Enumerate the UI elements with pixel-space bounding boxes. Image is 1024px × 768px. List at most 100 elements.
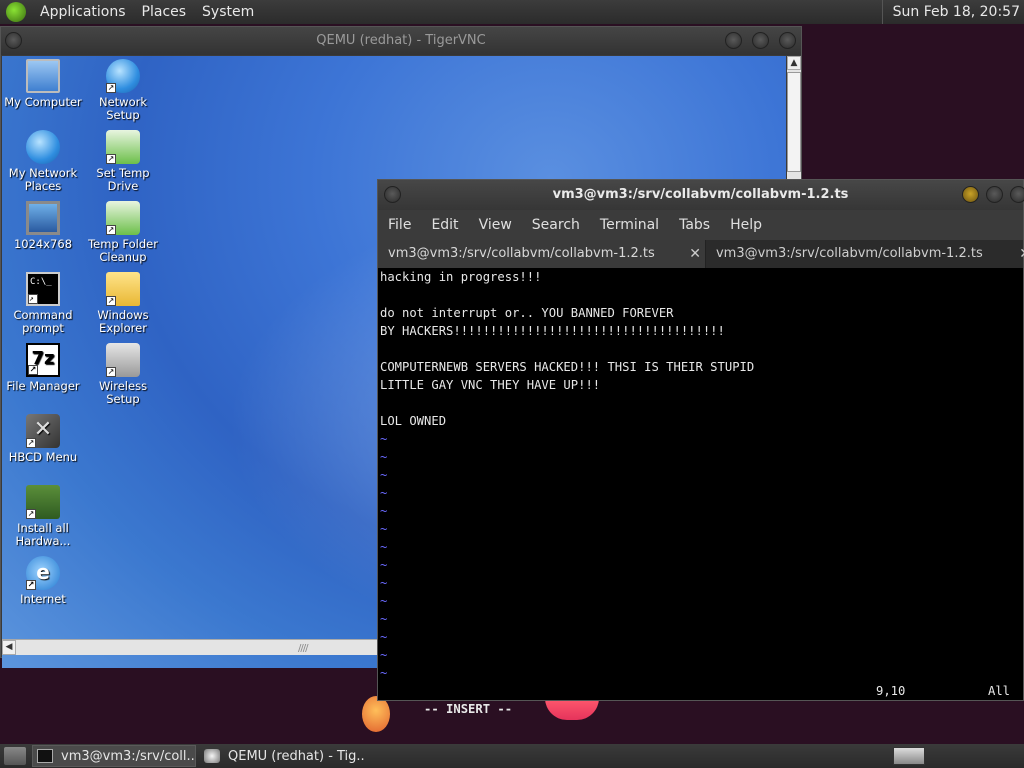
terminal-line: LITTLE GAY VNC THEY HAVE UP!!! (380, 378, 601, 392)
shortcut-arrow-icon: ↗ (26, 509, 36, 519)
vim-status-line: -- INSERT -- 9,10 All (380, 682, 1022, 716)
shortcut-arrow-icon: ↗ (26, 580, 36, 590)
maximize-button[interactable] (752, 32, 769, 49)
terminal-title: vm3@vm3:/srv/collabvm/collabvm-1.2.ts (552, 187, 849, 202)
terminal-line: BY HACKERS!!!!!!!!!!!!!!!!!!!!!!!!!!!!!!… (380, 324, 725, 338)
bottom-panel: vm3@vm3:/srv/coll... QEMU (redhat) - Tig… (0, 744, 1024, 768)
desktop-icon-computer[interactable]: My Computer (3, 59, 83, 109)
empty-line-marker: ~ (380, 612, 388, 626)
menu-help[interactable]: Help (720, 217, 772, 233)
shortcut-arrow-icon: ↗ (106, 367, 116, 377)
empty-line-marker: ~ (380, 666, 388, 680)
resize-grip-icon[interactable]: //// (298, 643, 309, 654)
tab-label: vm3@vm3:/srv/collabvm/collabvm-1.2.ts (715, 246, 983, 261)
wireless-icon: ↗ (106, 343, 140, 377)
desktop-icon-label: Temp Folder Cleanup (88, 237, 158, 264)
menu-terminal[interactable]: Terminal (590, 217, 669, 233)
horizontal-scrollbar[interactable]: ◀ //// (2, 639, 378, 655)
desktop-icon-seven-zip[interactable]: 7z ↗ File Manager (3, 343, 83, 393)
desktop-icon-recycle[interactable]: ↗ Set Temp Drive (83, 130, 163, 193)
terminal-line: do not interrupt or.. YOU BANNED FOREVER (380, 306, 674, 320)
scroll-left-icon[interactable]: ◀ (2, 640, 16, 655)
distro-logo-icon[interactable] (6, 2, 26, 22)
empty-line-marker: ~ (380, 504, 388, 518)
seven-zip-icon: 7z ↗ (26, 343, 60, 377)
shortcut-arrow-icon: ↗ (26, 438, 36, 448)
empty-line-marker: ~ (380, 630, 388, 644)
desktop-icon-internet-explorer[interactable]: e ↗ Internet (3, 556, 83, 606)
network-places-icon (26, 130, 60, 164)
display-icon (26, 201, 60, 235)
recycle-bin-icon: ↗ (106, 201, 140, 235)
cursor-position: 9,10 (876, 684, 906, 698)
minimize-button[interactable] (725, 32, 742, 49)
taskbar-item-vnc[interactable]: QEMU (redhat) - Tig... (200, 745, 364, 767)
maximize-button[interactable] (986, 186, 1003, 203)
menu-edit[interactable]: Edit (421, 217, 468, 233)
empty-line-marker: ~ (380, 594, 388, 608)
desktop-icon-recycle-bin[interactable]: ↗ Temp Folder Cleanup (83, 201, 163, 264)
window-menu-icon[interactable] (384, 186, 401, 203)
terminal-titlebar[interactable]: vm3@vm3:/srv/collabvm/collabvm-1.2.ts (378, 180, 1024, 210)
vim-mode: -- INSERT -- (424, 702, 513, 716)
shortcut-arrow-icon: ↗ (106, 225, 116, 235)
shortcut-arrow-icon: ↗ (106, 154, 116, 164)
taskbar-label: QEMU (redhat) - Tig... (228, 748, 364, 764)
desktop-icon-label: Internet (20, 592, 66, 606)
menu-applications[interactable]: Applications (32, 0, 134, 24)
desktop-icon-books[interactable]: ↗ Install all Hardwa... (3, 485, 83, 548)
menu-places[interactable]: Places (134, 0, 195, 24)
tab-terminal-2[interactable]: vm3@vm3:/srv/collabvm/collabvm-1.2.ts ✕ (705, 240, 1024, 268)
desktop-icon-label: File Manager (6, 379, 80, 393)
minimize-button[interactable] (962, 186, 979, 203)
desktop-icon-tools[interactable]: ✕ ↗ HBCD Menu (3, 414, 83, 464)
desktop-icon-display[interactable]: 1024x768 (3, 201, 83, 251)
close-tab-icon[interactable]: ✕ (689, 240, 701, 268)
menu-system[interactable]: System (194, 0, 262, 24)
clock[interactable]: Sun Feb 18, 20:57 (881, 0, 1020, 24)
close-button[interactable] (779, 32, 796, 49)
menu-view[interactable]: View (469, 217, 522, 233)
close-tab-icon[interactable]: ✕ (1019, 240, 1024, 268)
network-setup-icon: ↗ (106, 59, 140, 93)
desktop-icon-network-setup[interactable]: ↗ Network Setup (83, 59, 163, 122)
desktop-icon-label: Command prompt (13, 308, 73, 335)
desktop-icon-label: Install all Hardwa... (15, 521, 71, 548)
desktop-icon-wireless[interactable]: ↗ Wireless Setup (83, 343, 163, 406)
empty-line-marker: ~ (380, 486, 388, 500)
desktop-icon-command-prompt[interactable]: C:\_ ↗ Command prompt (3, 272, 83, 335)
terminal-window: vm3@vm3:/srv/collabvm/collabvm-1.2.ts Fi… (377, 179, 1024, 716)
terminal-output[interactable]: hacking in progress!!! do not interrupt o… (380, 268, 1022, 716)
menu-file[interactable]: File (378, 217, 421, 233)
empty-line-marker: ~ (380, 432, 388, 446)
computer-icon (26, 59, 60, 93)
desktop-icon-label: Network Setup (98, 95, 148, 122)
terminal-menubar: File Edit View Search Terminal Tabs Help (378, 210, 1023, 240)
desktop-icon-label: Set Temp Drive (96, 166, 150, 193)
menu-tabs[interactable]: Tabs (669, 217, 720, 233)
books-icon: ↗ (26, 485, 60, 519)
scroll-up-icon[interactable]: ▲ (787, 56, 801, 70)
shortcut-arrow-icon: ↗ (28, 294, 38, 304)
shortcut-arrow-icon: ↗ (106, 296, 116, 306)
terminal-icon (37, 749, 53, 763)
command-prompt-icon: C:\_ ↗ (26, 272, 60, 306)
top-panel: Applications Places System Sun Feb 18, 2… (0, 0, 1024, 24)
desktop-icon-folder-search[interactable]: ↗ Windows Explorer (83, 272, 163, 335)
close-button[interactable] (1010, 186, 1024, 203)
window-menu-icon[interactable] (5, 32, 22, 49)
tab-terminal-1[interactable]: vm3@vm3:/srv/collabvm/collabvm-1.2.ts ✕ (378, 240, 706, 268)
scroll-thumb[interactable] (787, 72, 801, 172)
terminal-tabbar: vm3@vm3:/srv/collabvm/collabvm-1.2.ts ✕ … (378, 240, 1024, 268)
workspace-switcher-icon[interactable] (893, 747, 925, 765)
desktop-icon-label: Windows Explorer (97, 308, 149, 335)
show-desktop-icon[interactable] (4, 747, 26, 765)
vnc-titlebar[interactable]: QEMU (redhat) - TigerVNC (1, 27, 801, 55)
empty-line-marker: ~ (380, 522, 388, 536)
taskbar-item-terminal[interactable]: vm3@vm3:/srv/coll... (32, 745, 196, 767)
desktop-icon-network-places[interactable]: My Network Places (3, 130, 83, 193)
terminal-line: COMPUTERNEWB SERVERS HACKED!!! THSI IS T… (380, 360, 755, 374)
menu-search[interactable]: Search (522, 217, 590, 233)
